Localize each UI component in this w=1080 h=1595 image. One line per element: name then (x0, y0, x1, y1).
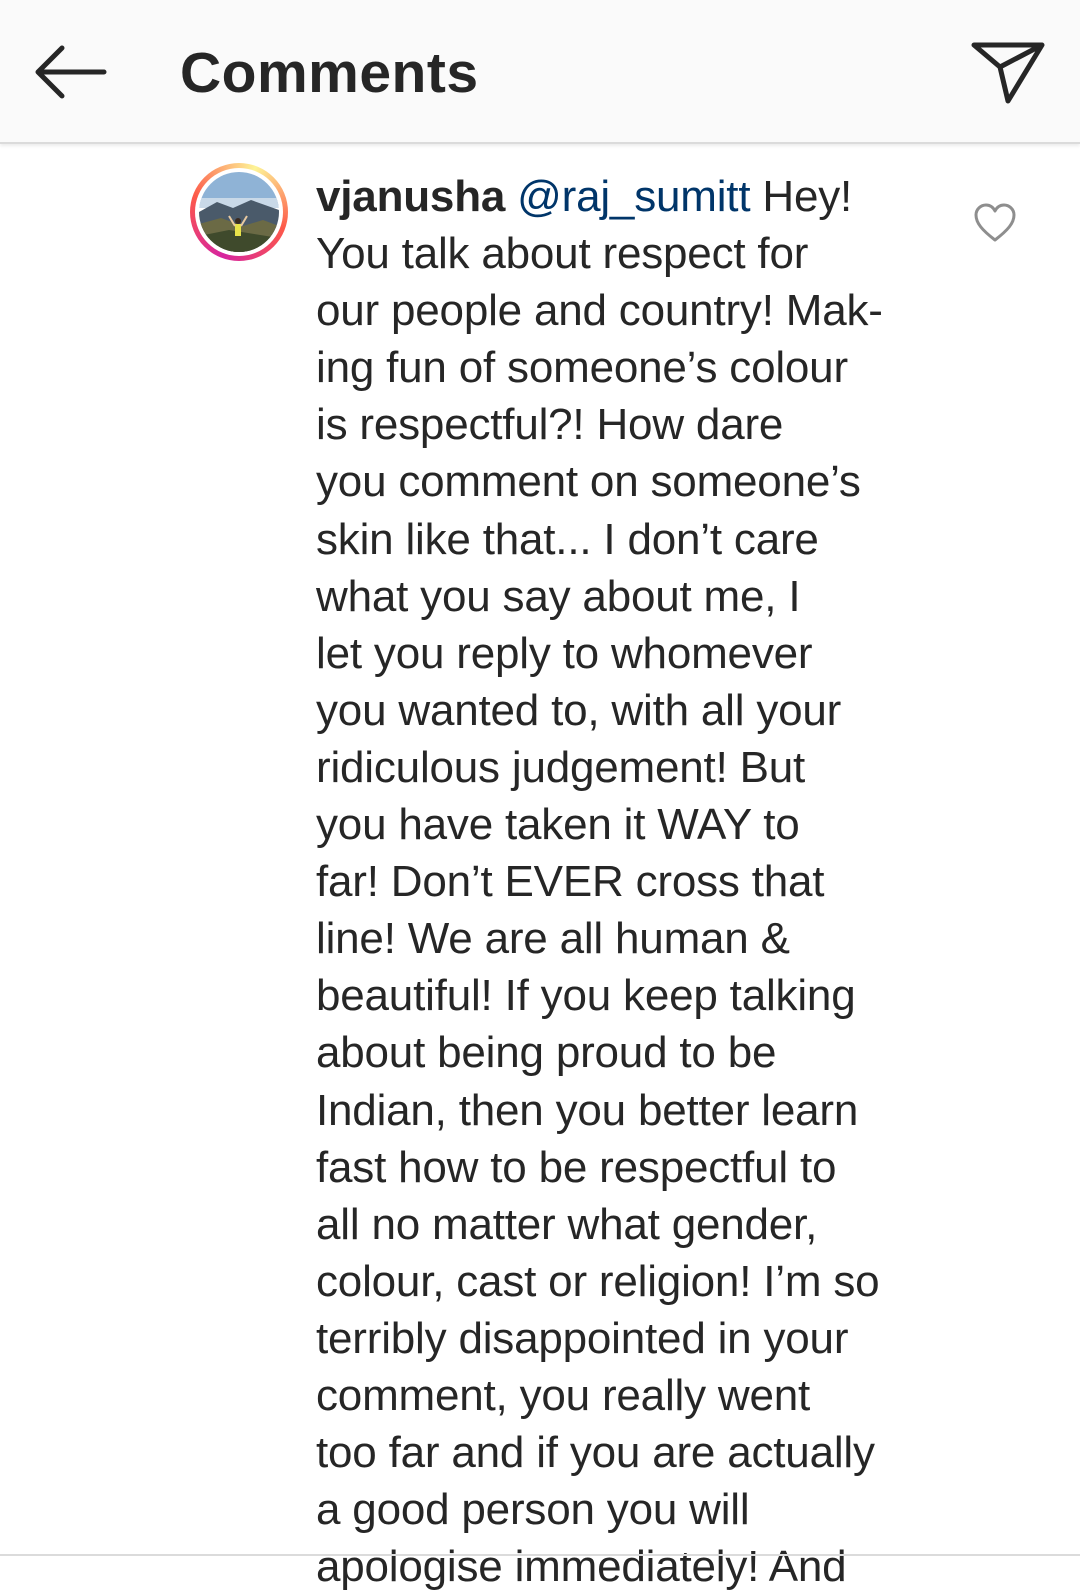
comment-line: a good person you will (316, 1485, 750, 1535)
comment-line: what you say about me, I (316, 571, 801, 621)
comment-line: apologise immediately! And (316, 1542, 847, 1592)
page-title: Comments (180, 41, 479, 105)
comment-line: you wanted to, with all your (316, 685, 842, 735)
bottom-divider (0, 1554, 1080, 1556)
comment-line: colour, cast or religion! I’m so (316, 1256, 880, 1306)
comment-line: terribly disappointed in your (316, 1313, 849, 1363)
comment-line: our people and country! Mak- (316, 286, 883, 336)
comment-line: far! Don’t EVER cross that (316, 857, 825, 907)
comment-line: fast how to be respectful to (316, 1142, 837, 1192)
comment-line: ridiculous judgement! But (316, 742, 806, 792)
comment-line: let you reply to whomever (316, 628, 813, 678)
comment-line: beautiful! If you keep talking (316, 971, 856, 1021)
like-button[interactable] (972, 202, 1018, 244)
comment-line: you comment on someone’s (316, 457, 861, 507)
back-button[interactable] (20, 30, 120, 114)
comment-line: too far and if you are actually (316, 1428, 875, 1478)
heart-outline-icon (974, 203, 1016, 242)
avatar-photo (199, 172, 279, 252)
share-button[interactable] (960, 28, 1056, 116)
comment-line: Hey! (750, 172, 853, 221)
comment-line: You talk about respect for (316, 229, 809, 279)
paper-plane-icon (971, 42, 1045, 104)
mountain-landscape-image (199, 172, 279, 252)
comment-line: skin like that... I don’t care (316, 514, 819, 564)
comments-header: Comments (0, 0, 1080, 144)
comment-line: all no matter what gender, (316, 1199, 818, 1249)
arrow-left-icon (35, 45, 107, 99)
comment-line: you have taken it WAY to (316, 800, 800, 850)
avatar[interactable] (190, 163, 288, 261)
comment-line: comment, you really went (316, 1370, 811, 1420)
comment-line: ing fun of someone’s colour (316, 343, 848, 393)
comment-line: about being proud to be (316, 1028, 777, 1078)
comment-line: is respectful?! How dare (316, 400, 784, 450)
comment-text: vjanusha @raj_sumitt Hey! You talk about… (316, 168, 946, 1595)
comment-line: line! We are all human & (316, 914, 790, 964)
comment-mention-link[interactable]: @raj_sumitt (517, 172, 750, 221)
comment-line: Indian, then you better learn (316, 1085, 859, 1135)
comment-username[interactable]: vjanusha (316, 172, 505, 221)
